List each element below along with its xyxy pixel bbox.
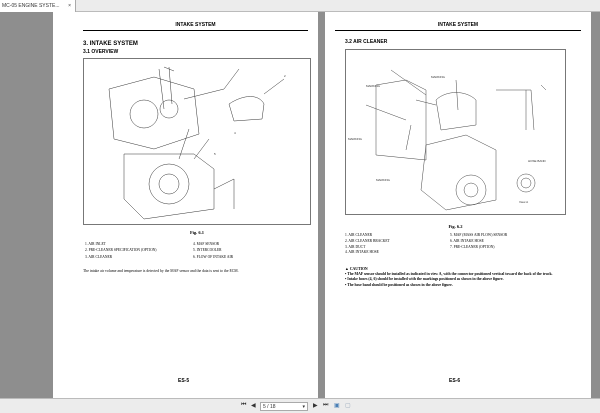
svg-text:MARKING: MARKING [376, 178, 391, 182]
legend-item: 2. AIR CLEANER BRACKET [345, 238, 390, 243]
page-header: INTAKE SYSTEM [335, 22, 581, 31]
page-left: INTAKE SYSTEM 3. INTAKE SYSTEM 3.1 OVERV… [53, 12, 318, 398]
caution-item: Intake hoses (4, 6) should be installed … [347, 277, 504, 282]
svg-text:2: 2 [284, 74, 286, 78]
legend-item: 6. FLOW OF INTAKE AIR [193, 254, 234, 259]
page-number-input[interactable]: 5 / 18 ▾ [260, 402, 308, 411]
legend-col1: 1. AIR CLEANER 2. AIR CLEANER BRACKET 3.… [345, 233, 390, 256]
section-title: 3. INTAKE SYSTEM [83, 41, 138, 47]
single-page-view-icon[interactable]: ▢ [345, 402, 351, 409]
caution-title: CAUTION [349, 267, 368, 271]
legend-col1: 1. AIR INLET 2. PRE-CLEANER SPECIFICATIO… [85, 241, 156, 260]
next-page-icon[interactable]: ▶ [313, 402, 318, 409]
legend-item: 5. MAF (MASS AIR FLOW) SENSOR [450, 233, 508, 237]
legend-col2: 4. MAF SENSOR 5. INTERCOOLER 6. FLOW OF … [193, 241, 233, 260]
svg-text:4: 4 [234, 131, 236, 135]
svg-text:View A: View A [519, 200, 528, 204]
tab-title: MC-05 ENGINE SYSTE... [2, 3, 60, 9]
close-icon[interactable]: × [68, 3, 71, 9]
caution-item: The MAF sensor should be installed as in… [347, 272, 553, 277]
page-header: INTAKE SYSTEM [83, 22, 308, 31]
navigation-toolbar: ⏮ ◀ 5 / 18 ▾ ▶ ⏭ ▣ ▢ [0, 398, 600, 413]
legend-item: 4. AIR INTAKE HOSE [345, 250, 379, 255]
figure-caption: Fig. 6.2 [448, 224, 463, 229]
chevron-down-icon[interactable]: ▾ [302, 404, 305, 410]
page-right: INTAKE SYSTEM 3.2 AIR CLEANER MARKING MA… [325, 12, 591, 398]
figure-intake-overview: 2 4 5 [83, 58, 311, 225]
last-page-icon[interactable]: ⏭ [323, 402, 328, 409]
figure-air-cleaner: MARKING MARKING MARKING MARKING HOSE BAN… [345, 49, 566, 215]
first-page-icon[interactable]: ⏮ [241, 402, 246, 409]
legend-item: 2. PRE-CLEANER SPECIFICATION (OPTION) [85, 248, 157, 253]
document-tab[interactable]: MC-05 ENGINE SYSTE... × [0, 0, 76, 12]
svg-text:MARKING: MARKING [348, 137, 363, 141]
svg-text:5: 5 [214, 152, 216, 156]
previous-page-icon[interactable]: ◀ [251, 402, 256, 409]
subsection-title: 3.2 AIR CLEANER [345, 39, 388, 45]
body-paragraph: The intake air volume and temperature is… [83, 269, 239, 273]
svg-text:HOSE BAND: HOSE BAND [528, 159, 547, 163]
legend-col2: 5. MAF (MASS AIR FLOW) SENSOR 6. AIR INT… [450, 233, 507, 250]
subsection-title: 3.1 OVERVIEW [83, 49, 119, 55]
svg-text:MARKING: MARKING [366, 84, 381, 88]
caution-item: The hose band should be positioned as sh… [347, 282, 453, 287]
figure-caption: Fig. 6.1 [189, 230, 205, 235]
tab-bar: MC-05 ENGINE SYSTE... × [0, 0, 600, 12]
page-number: 5 / 18 [263, 404, 276, 410]
page-footer: ES-5 [178, 378, 190, 384]
two-page-view-icon[interactable]: ▣ [334, 402, 340, 409]
document-viewer[interactable]: INTAKE SYSTEM 3. INTAKE SYSTEM 3.1 OVERV… [0, 12, 600, 398]
legend-item: 3. AIR CLEANER [85, 254, 113, 259]
caution-block: ▲ CAUTION • The MAF sensor should be ins… [345, 267, 553, 287]
legend-item: 7. PRE-CLEANER (OPTION) [450, 244, 495, 249]
svg-text:MARKING: MARKING [431, 75, 446, 79]
page-footer: ES-6 [449, 378, 461, 384]
warning-icon: ▲ [345, 267, 349, 271]
